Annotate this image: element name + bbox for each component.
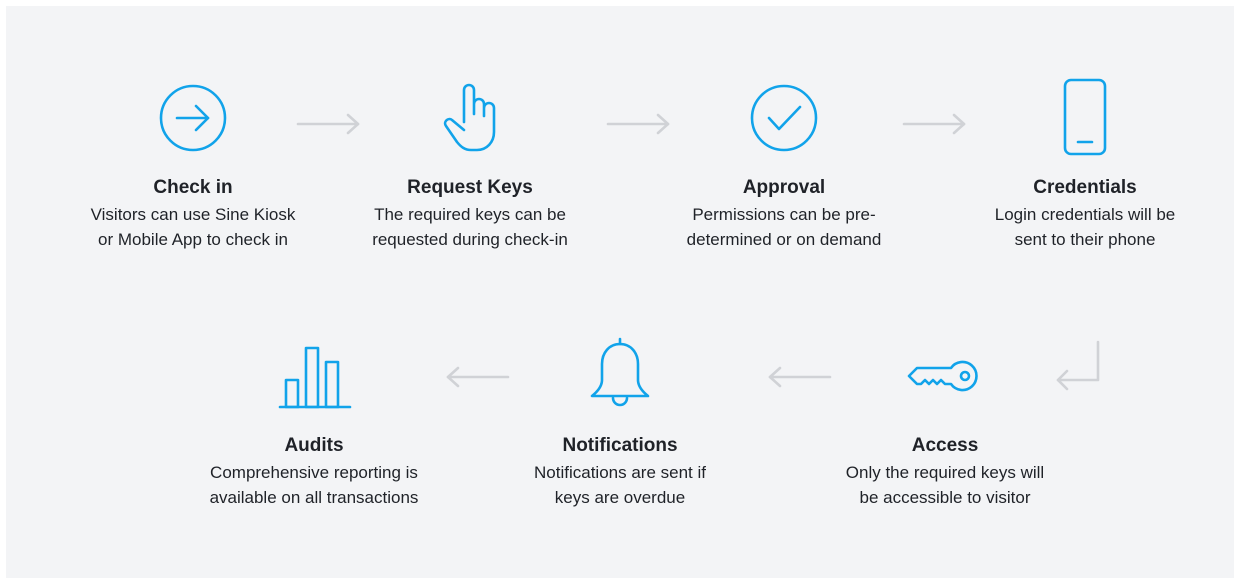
bar-chart-icon xyxy=(278,346,352,409)
key-icon xyxy=(907,360,978,392)
hand-pointer-icon xyxy=(443,83,496,152)
arrow-right-icon xyxy=(606,113,670,135)
arrow-right-icon xyxy=(902,113,966,135)
arrow-right-icon xyxy=(296,113,360,135)
step-notifications: Notifications Notifications are sent if … xyxy=(510,336,730,510)
step-description: Notifications are sent if keys are overd… xyxy=(534,463,706,507)
step-check-in: Check in Visitors can use Sine Kiosk or … xyxy=(83,78,303,252)
arrow-left-icon xyxy=(768,366,832,388)
smartphone-icon xyxy=(1063,78,1107,156)
arrow-left-icon xyxy=(446,366,510,388)
step-description: The required keys can be requested durin… xyxy=(372,205,568,249)
step-approval: Approval Permissions can be pre- determi… xyxy=(674,78,894,252)
return-arrow-icon xyxy=(1056,340,1100,391)
step-description: Only the required keys will be accessibl… xyxy=(845,463,1045,507)
step-title: Notifications xyxy=(562,435,678,456)
step-audits: Audits Comprehensive reporting is availa… xyxy=(204,336,424,510)
check-circle-icon xyxy=(750,84,818,152)
step-title: Approval xyxy=(742,177,826,198)
arrow-circle-right-icon xyxy=(159,84,227,152)
step-access: Access Only the required keys will be ac… xyxy=(835,336,1055,510)
step-description: Comprehensive reporting is available on … xyxy=(209,463,419,507)
step-description: Visitors can use Sine Kiosk or Mobile Ap… xyxy=(90,205,296,249)
step-title: Credentials xyxy=(1033,177,1137,198)
step-title: Access xyxy=(911,435,979,456)
bell-icon xyxy=(590,337,650,407)
step-description: Permissions can be pre- determined or on… xyxy=(686,205,882,249)
step-title: Check in xyxy=(153,177,233,198)
step-credentials: Credentials Login credentials will be se… xyxy=(975,78,1195,252)
step-request-keys: Request Keys The required keys can be re… xyxy=(360,78,580,252)
step-title: Request Keys xyxy=(407,177,533,198)
step-title: Audits xyxy=(284,435,344,456)
step-description: Login credentials will be sent to their … xyxy=(994,205,1176,249)
